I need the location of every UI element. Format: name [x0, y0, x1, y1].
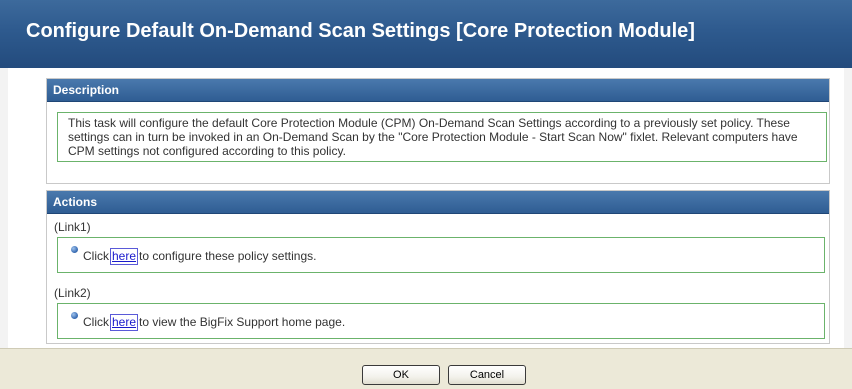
content-area: Description This task will configure the… — [8, 68, 844, 344]
link1-caption: (Link1) — [54, 220, 91, 234]
link2-box: Click here to view the BigFix Support home… — [57, 303, 825, 339]
link1-prefix: Click — [83, 249, 109, 263]
ok-button[interactable]: OK — [362, 365, 440, 385]
window-title: Configure Default On-Demand Scan Setting… — [26, 20, 695, 42]
bullet-icon — [71, 246, 78, 253]
link2-text: Click here to view the BigFix Support home… — [83, 314, 345, 331]
link2-suffix: to view the BigFix Support home page. — [139, 315, 346, 329]
right-margin — [844, 68, 852, 348]
bullet-icon — [71, 312, 78, 319]
description-panel: Description This task will configure the… — [46, 78, 830, 184]
link2-prefix: Click — [83, 315, 109, 329]
link1-box: Click here to configure these policy setti… — [57, 237, 825, 273]
link1-text: Click here to configure these policy setti… — [83, 248, 316, 265]
link2-here-link[interactable]: here — [110, 314, 139, 331]
description-text: This task will configure the default Cor… — [57, 112, 827, 162]
actions-header: Actions — [47, 191, 829, 214]
link1-here-link[interactable]: here — [110, 248, 139, 265]
title-bar: Configure Default On-Demand Scan Setting… — [0, 0, 852, 68]
link2-caption: (Link2) — [54, 286, 91, 300]
dialog-footer: OK Cancel — [0, 348, 852, 389]
description-header: Description — [47, 79, 829, 102]
link1-suffix: to configure these policy settings. — [139, 249, 317, 263]
actions-panel: Actions (Link1) Click here to configure th… — [46, 190, 830, 344]
cancel-button[interactable]: Cancel — [448, 365, 526, 385]
left-margin — [0, 68, 8, 348]
